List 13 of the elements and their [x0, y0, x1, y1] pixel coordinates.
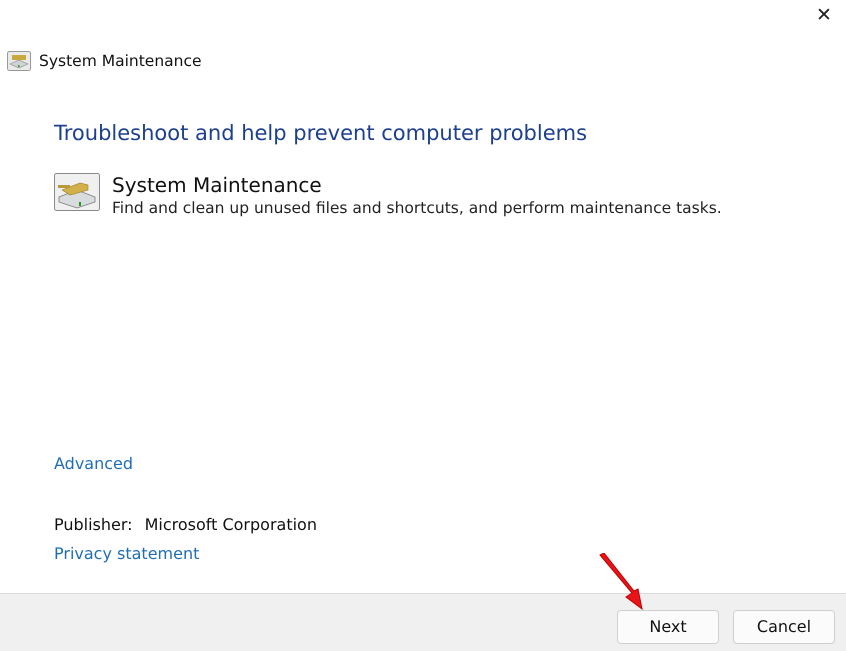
publisher-value: Microsoft Corporation [144, 515, 317, 534]
window-title: System Maintenance [39, 52, 202, 70]
troubleshooter-description: Find and clean up unused files and shortcuts, and perform maintenance tasks. [112, 199, 722, 217]
maintenance-icon [7, 51, 31, 71]
privacy-link[interactable]: Privacy statement [54, 544, 200, 563]
close-button[interactable]: ✕ [802, 0, 846, 30]
troubleshooter-name: System Maintenance [112, 173, 323, 197]
page-heading: Troubleshoot and help prevent computer problems [54, 121, 588, 145]
advanced-link[interactable]: Advanced [54, 454, 134, 473]
maintenance-icon [54, 173, 100, 211]
cancel-button[interactable]: Cancel [733, 610, 835, 644]
publisher-label: Publisher: [54, 515, 133, 534]
next-button[interactable]: Next [617, 610, 719, 644]
